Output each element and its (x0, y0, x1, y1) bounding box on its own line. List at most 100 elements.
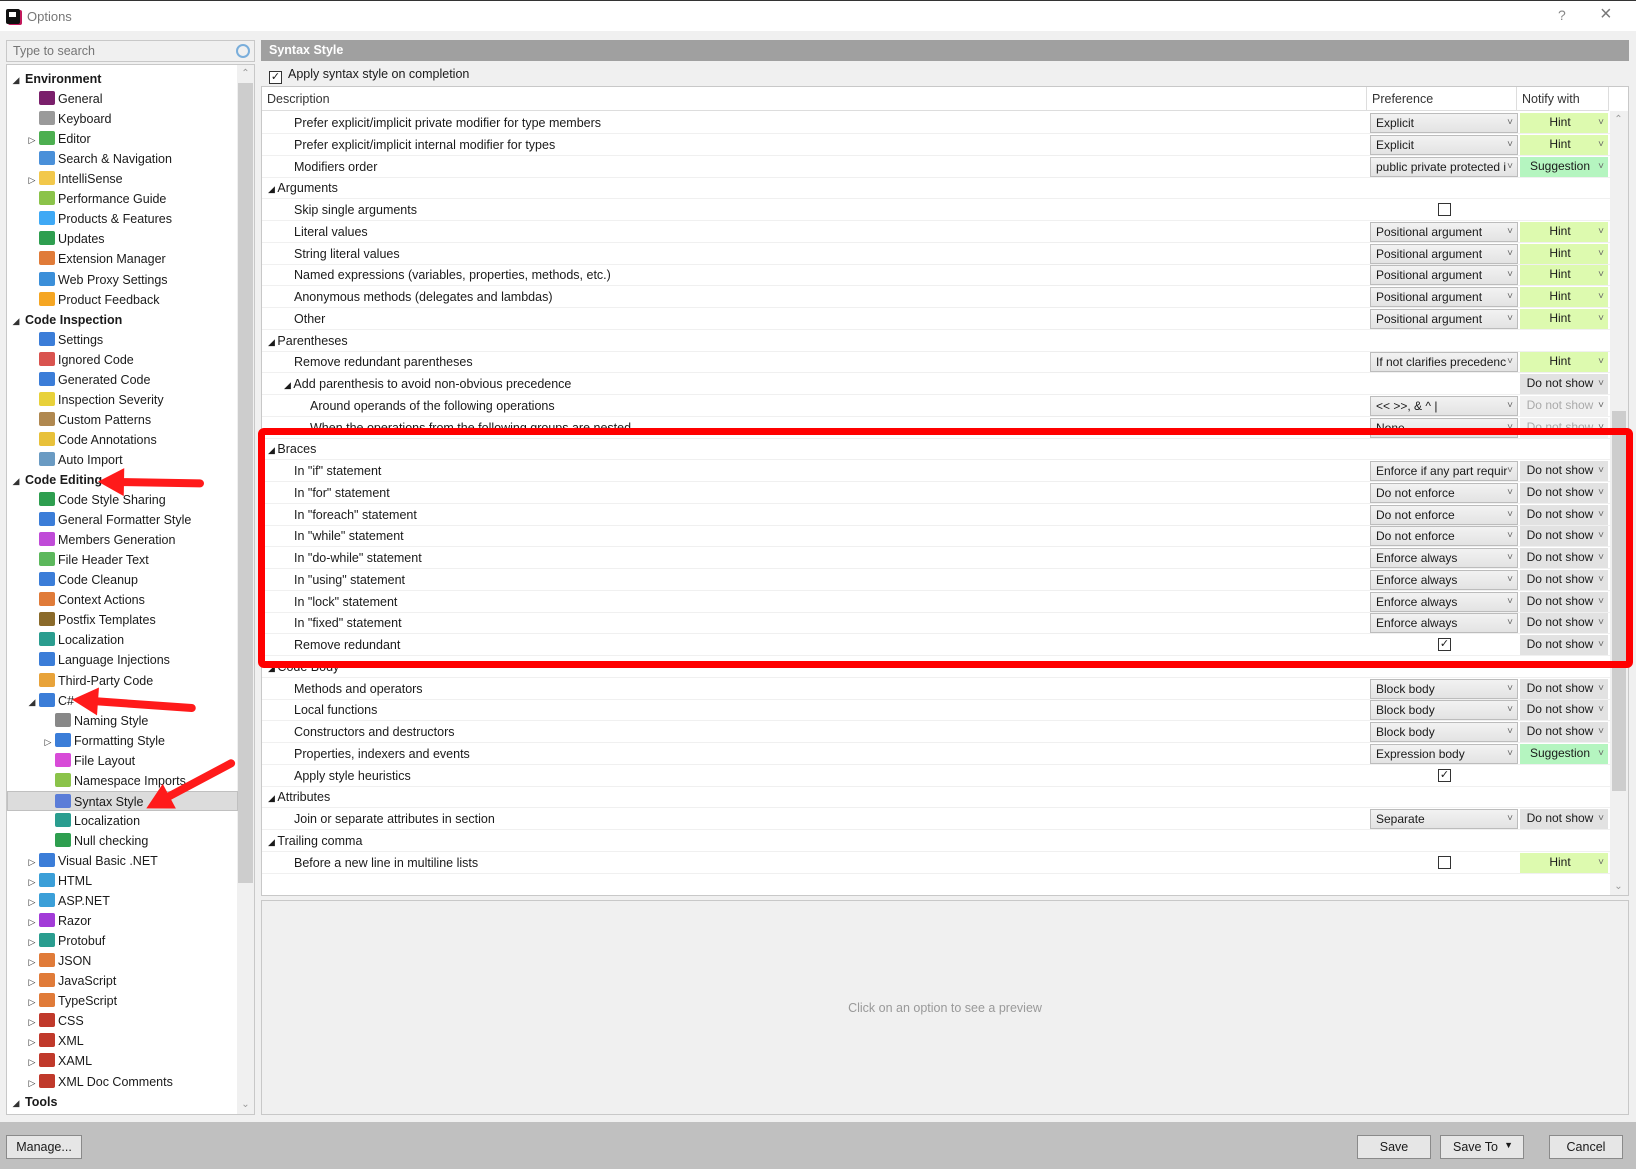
grid-scroll-thumb[interactable] (1612, 411, 1626, 791)
preference-dropdown[interactable]: Expression body ˅ (1370, 743, 1518, 764)
preference-dropdown[interactable]: Positional argument ˅ (1370, 308, 1518, 329)
tree-category[interactable]: ◢ Code Inspection (9, 310, 123, 330)
tree-item[interactable]: Product Feedback (25, 290, 159, 310)
notify-dropdown[interactable]: Suggestion ˅ (1520, 156, 1608, 177)
option-row[interactable]: In "while" statement Do not enforce ˅ Do no… (262, 525, 1610, 548)
option-row[interactable]: Other Positional argument ˅ Hint ˅ (262, 308, 1610, 330)
option-row[interactable]: In "lock" statement Enforce always ˅ Do not… (262, 591, 1610, 613)
notify-dropdown[interactable]: Do not show ˅ (1520, 722, 1608, 742)
tree-item[interactable]: Performance Guide (25, 189, 166, 209)
option-row[interactable]: In "if" statement Enforce if any part req… (262, 460, 1610, 482)
option-row[interactable]: Join or separate attributes in section Se… (262, 808, 1610, 830)
group-row[interactable]: ◢ Parentheses (262, 330, 1610, 352)
tree-item[interactable]: Members Generation (25, 530, 175, 550)
tree-item[interactable]: Language Injections (25, 650, 170, 670)
tree-item[interactable]: Code Style Sharing (25, 490, 166, 510)
preference-dropdown[interactable]: << >>, & ^ | ˅ (1370, 395, 1518, 416)
preference-dropdown[interactable]: Enforce always ˅ (1370, 548, 1518, 568)
notify-dropdown[interactable]: Do not show ˅ (1520, 569, 1608, 590)
apply-on-completion-checkbox[interactable]: ✓ (269, 71, 282, 84)
preference-dropdown[interactable]: Block body ˅ (1370, 700, 1518, 721)
tree-item[interactable]: ▷ XML Doc Comments (25, 1072, 173, 1092)
expanded-triangle-icon[interactable]: ◢ (268, 793, 277, 803)
notify-dropdown[interactable]: Hint ˅ (1520, 221, 1608, 242)
group-row[interactable]: ◢ Code Body (262, 656, 1610, 678)
option-checkbox[interactable] (1438, 203, 1451, 216)
preference-dropdown[interactable]: Enforce always ˅ (1370, 613, 1518, 634)
collapsed-triangle-icon[interactable]: ▷ (25, 852, 39, 872)
grid-scroll-down-icon[interactable]: ⌄ (1610, 878, 1627, 895)
collapsed-triangle-icon[interactable]: ▷ (25, 912, 39, 932)
expanded-triangle-icon[interactable]: ◢ (268, 184, 277, 194)
tree-item[interactable]: ▷ JSON (25, 951, 91, 971)
tree-category[interactable]: ◢ Tools (9, 1092, 58, 1113)
collapsed-triangle-icon[interactable]: ▷ (25, 992, 39, 1012)
notify-dropdown[interactable]: Do not show ˅ (1520, 635, 1608, 655)
expanded-triangle-icon[interactable]: ◢ (268, 663, 277, 673)
scroll-down-icon[interactable]: ⌄ (237, 1096, 254, 1114)
expanded-triangle-icon[interactable]: ◢ (9, 471, 23, 491)
tree-item[interactable]: File Header Text (25, 550, 149, 570)
tree-item[interactable]: Search & Navigation (25, 149, 172, 169)
notify-dropdown[interactable]: Suggestion ˅ (1520, 743, 1608, 764)
expanded-triangle-icon[interactable]: ◢ (25, 692, 39, 712)
tree-item[interactable]: Updates (25, 229, 105, 249)
group-row[interactable]: ◢ Arguments (262, 177, 1610, 200)
notify-dropdown[interactable]: Do not show ˅ (1520, 461, 1608, 481)
collapsed-triangle-icon[interactable]: ▷ (25, 932, 39, 952)
notify-dropdown[interactable]: Hint ˅ (1520, 852, 1608, 873)
option-row[interactable]: In "using" statement Enforce always ˅ Do no… (262, 569, 1610, 591)
preference-dropdown[interactable]: Enforce if any part requir ˅ (1370, 461, 1518, 481)
notify-dropdown[interactable]: Do not show ˅ (1520, 504, 1608, 525)
preference-dropdown[interactable]: Block body ˅ (1370, 678, 1518, 699)
tree-item[interactable]: ▷ TypeScript (25, 991, 117, 1011)
collapsed-triangle-icon[interactable]: ▷ (25, 1052, 39, 1072)
expanded-triangle-icon[interactable]: ◢ (268, 837, 277, 847)
tree-item[interactable]: Inspection Severity (25, 390, 164, 410)
tree-item[interactable]: Custom Patterns (25, 410, 151, 430)
preference-dropdown[interactable]: Enforce always ˅ (1370, 569, 1518, 590)
expanded-triangle-icon[interactable]: ◢ (268, 337, 277, 347)
search-input[interactable] (7, 41, 227, 61)
tree-item[interactable]: Null checking (41, 831, 148, 851)
option-row[interactable]: Constructors and destructors Block body ˅ D… (262, 721, 1610, 743)
tree-category[interactable]: ◢ Code Editing (9, 470, 103, 491)
preference-dropdown[interactable]: Block body ˅ (1370, 722, 1518, 742)
tree-category[interactable]: ◢ Environment (9, 69, 102, 89)
notify-dropdown[interactable]: Do not show ˅ (1520, 526, 1608, 547)
tree-item[interactable]: ▷ JavaScript (25, 971, 116, 991)
tree-scroll-thumb[interactable] (238, 83, 253, 883)
scroll-up-icon[interactable]: ⌃ (237, 65, 254, 83)
tree-scrollbar[interactable]: ⌃ ⌄ (237, 65, 254, 1114)
notify-dropdown[interactable]: Do not show ˅ (1520, 548, 1608, 568)
notify-dropdown[interactable]: Do not show ˅ (1520, 374, 1608, 394)
option-row[interactable]: Properties, indexers and events Expressio… (262, 743, 1610, 765)
tree-item[interactable]: Settings (25, 330, 103, 350)
notify-dropdown[interactable]: Do not show ˅ (1520, 700, 1608, 721)
tree-item[interactable]: Generated Code (25, 370, 150, 390)
expanded-triangle-icon[interactable]: ◢ (9, 1093, 23, 1113)
option-row[interactable]: Methods and operators Block body ˅ Do not s… (262, 678, 1610, 700)
tree-item[interactable]: General Formatter Style (25, 510, 191, 530)
close-button[interactable]: × (1600, 4, 1612, 24)
help-button[interactable]: ? (1558, 7, 1566, 23)
notify-dropdown[interactable]: Hint ˅ (1520, 113, 1608, 133)
option-row[interactable]: In "do-while" statement Enforce always ˅ Do… (262, 547, 1610, 569)
option-row[interactable]: When the operations from the following g… (262, 417, 1610, 439)
tree-item[interactable]: Syntax Style (7, 790, 238, 811)
option-checkbox[interactable]: ✓ (1438, 768, 1451, 782)
tree-item[interactable]: Web Proxy Settings (25, 270, 168, 290)
option-row[interactable]: Prefer explicit/implicit private modifie… (262, 112, 1610, 134)
tree-item[interactable]: File Layout (41, 751, 135, 771)
group-row[interactable]: ◢ Attributes (262, 786, 1610, 809)
collapsed-triangle-icon[interactable]: ▷ (25, 892, 39, 912)
option-row[interactable]: In "for" statement Do not enforce ˅ Do not … (262, 482, 1610, 504)
group-row[interactable]: ◢ Trailing comma (262, 830, 1610, 852)
save-to-button[interactable]: Save To ▼ (1440, 1135, 1524, 1159)
option-row[interactable]: Anonymous methods (delegates and lambdas… (262, 286, 1610, 308)
option-row[interactable]: Before a new line in multiline lists Hint… (262, 852, 1610, 874)
group-row[interactable]: ◢ Add parenthesis to avoid non-obvious p… (262, 373, 1610, 395)
option-row[interactable]: Prefer explicit/implicit internal modifi… (262, 134, 1610, 156)
option-row[interactable]: Local functions Block body ˅ Do not show ˅ (262, 699, 1610, 722)
option-row[interactable]: Apply style heuristics ✓ (262, 765, 1610, 787)
